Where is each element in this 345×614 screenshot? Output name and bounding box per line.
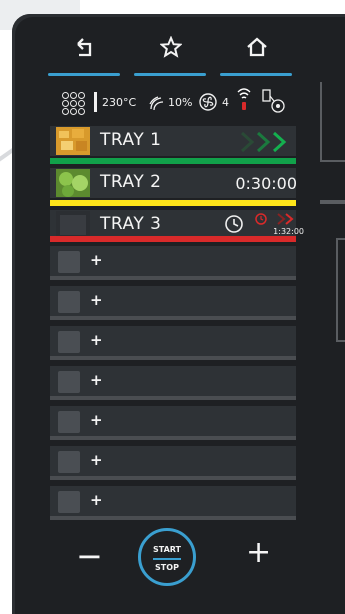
back-button-underline [48, 73, 120, 76]
tray-row[interactable]: TRAY 1 [50, 126, 296, 164]
bottom-controls: − START STOP + [50, 528, 296, 590]
minus-button[interactable]: − [76, 540, 103, 572]
food-thumbnail [56, 169, 90, 197]
tray-label: TRAY 1 [100, 130, 162, 150]
tray-row[interactable]: TRAY 3 1:32:00 [50, 210, 304, 242]
empty-tray-icon [58, 331, 80, 353]
add-program-label: + [90, 331, 103, 349]
add-program-label: + [90, 291, 103, 309]
empty-tray-slot[interactable]: + [50, 366, 296, 400]
clock-icon [225, 215, 243, 233]
tray-status-line [50, 158, 296, 164]
back-icon [77, 38, 92, 57]
star-icon [160, 36, 182, 58]
add-program-label: + [90, 491, 103, 509]
add-program-label: + [90, 411, 103, 429]
humidity-value: 10% [168, 96, 193, 109]
empty-tray-slot[interactable]: + [50, 246, 296, 280]
empty-tray-icon [58, 491, 80, 513]
empty-tray-icon [58, 451, 80, 473]
plus-button[interactable]: + [246, 538, 271, 568]
progress-arrows-icon [240, 131, 287, 153]
wifi-icon [237, 88, 251, 110]
favorites-button-underline [134, 73, 206, 76]
stop-label: STOP [155, 563, 179, 572]
empty-tray-slot[interactable]: + [50, 446, 296, 480]
tray-timer: 0:30:00 [235, 174, 297, 193]
favorites-button[interactable] [134, 26, 206, 76]
start-stop-button[interactable]: START STOP [138, 528, 196, 586]
alarm-icon [255, 213, 294, 225]
panel-edge-line [320, 200, 345, 204]
empty-tray-slot[interactable]: + [50, 326, 296, 360]
empty-tray-icon [58, 251, 80, 273]
tray-status-line [50, 236, 296, 242]
temperature-value: 230°C [102, 96, 137, 109]
tray-label: TRAY 2 [100, 172, 162, 192]
empty-tray-icon [58, 411, 80, 433]
home-button[interactable] [220, 26, 292, 76]
add-program-label: + [90, 451, 103, 469]
humidity-icon [149, 96, 164, 111]
program-steps-icon [62, 92, 85, 115]
panel-edge-line [320, 82, 345, 162]
tray-timer: 1:32:00 [273, 227, 304, 236]
thermometer-icon [94, 92, 97, 112]
fan-speed-value: 4 [222, 96, 229, 109]
service-icon [262, 89, 285, 113]
start-label: START [152, 545, 182, 554]
add-program-label: + [90, 371, 103, 389]
home-button-underline [220, 73, 292, 76]
food-thumbnail [56, 211, 90, 239]
status-bar: 230°C 10% 4 [50, 78, 296, 120]
home-icon [247, 37, 267, 57]
start-stop-divider [153, 558, 181, 560]
food-thumbnail [56, 127, 90, 155]
add-program-label: + [90, 251, 103, 269]
panel-edge-line [336, 238, 345, 342]
tray-status-line [50, 200, 296, 206]
empty-tray-slot[interactable]: + [50, 486, 296, 520]
top-nav [48, 26, 294, 76]
back-button[interactable] [48, 26, 120, 76]
tray-label: TRAY 3 [100, 214, 162, 234]
empty-tray-icon [58, 371, 80, 393]
empty-tray-slot[interactable]: + [50, 286, 296, 320]
empty-tray-icon [58, 291, 80, 313]
fan-icon [199, 93, 217, 111]
tray-row[interactable]: TRAY 2 0:30:00 [50, 168, 297, 206]
empty-tray-slot[interactable]: + [50, 406, 296, 440]
